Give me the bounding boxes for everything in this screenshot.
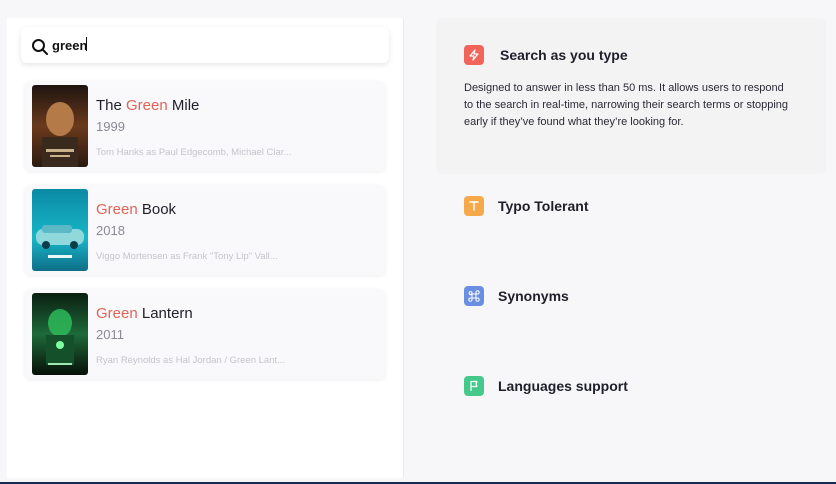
search-bar[interactable] xyxy=(21,27,389,63)
command-icon xyxy=(464,286,484,306)
result-card[interactable]: Green Lantern 2011 Ryan Reynolds as Hal … xyxy=(25,289,385,379)
result-cast: Ryan Reynolds as Hal Jordan / Green Lant… xyxy=(96,355,286,366)
feature-search-as-you-type[interactable]: Search as you type Designed to answer in… xyxy=(436,18,826,174)
result-year: 2011 xyxy=(96,327,124,342)
result-title: Green Book xyxy=(96,201,177,218)
flag-icon xyxy=(464,376,484,396)
search-input[interactable] xyxy=(52,35,372,55)
movie-poster xyxy=(32,293,88,375)
result-title: Green Lantern xyxy=(96,305,193,322)
lightning-icon xyxy=(464,45,484,65)
text-caret xyxy=(86,37,87,51)
result-cast: Viggo Mortensen as Frank "Tony Lip" Vall… xyxy=(96,251,278,262)
feature-title: Synonyms xyxy=(498,288,569,304)
result-year: 1999 xyxy=(96,119,125,134)
text-t-icon xyxy=(464,196,484,216)
result-year: 2018 xyxy=(96,223,125,238)
feature-title: Typo Tolerant xyxy=(498,198,589,214)
movie-poster xyxy=(32,85,88,167)
search-icon xyxy=(32,39,48,55)
movie-poster xyxy=(32,189,88,271)
result-title: The Green Mile xyxy=(96,97,200,114)
results-panel: The Green Mile 1999 Tom Hanks as Paul Ed… xyxy=(7,18,404,478)
feature-title: Search as you type xyxy=(500,47,628,63)
result-card[interactable]: The Green Mile 1999 Tom Hanks as Paul Ed… xyxy=(25,81,385,171)
feature-title: Languages support xyxy=(498,378,628,394)
result-cast: Tom Hanks as Paul Edgecomb, Michael Clar… xyxy=(96,147,292,158)
feature-description: Designed to answer in less than 50 ms. I… xyxy=(464,82,789,128)
result-card[interactable]: Green Book 2018 Viggo Mortensen as Frank… xyxy=(25,185,385,275)
results-list: The Green Mile 1999 Tom Hanks as Paul Ed… xyxy=(25,81,385,393)
